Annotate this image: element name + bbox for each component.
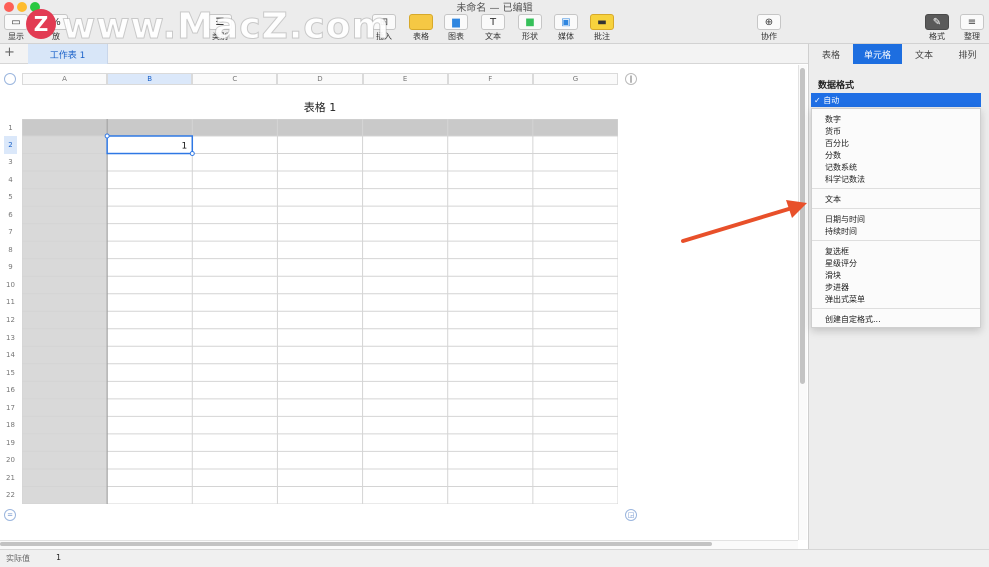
row-header[interactable]: 18 — [4, 416, 17, 434]
column-header[interactable]: B — [107, 73, 193, 85]
column-header[interactable]: G — [532, 73, 618, 85]
row-header[interactable]: 9 — [4, 259, 17, 277]
view-button[interactable]: ▭ 显示 — [4, 14, 28, 41]
add-sheet-icon[interactable]: + — [4, 45, 15, 60]
format-option[interactable]: 弹出式菜单 — [825, 294, 865, 306]
row-header[interactable]: 12 — [4, 311, 17, 329]
sheet-tab-bar — [0, 44, 808, 64]
row-header[interactable]: 6 — [4, 206, 17, 224]
selection-handle — [189, 151, 195, 157]
format-option[interactable]: 货币 — [825, 126, 841, 138]
row-header[interactable]: 5 — [4, 189, 17, 207]
row-header[interactable]: 7 — [4, 224, 17, 242]
organize-icon: ≡ — [960, 14, 984, 30]
collaborate-icon: ⊕ — [757, 14, 781, 30]
text-icon: T — [481, 14, 505, 30]
comment-button[interactable]: ▬ 批注 — [590, 14, 614, 41]
row-header[interactable]: 8 — [4, 241, 17, 259]
organize-button[interactable]: ≡ 整理 — [960, 14, 984, 41]
row-header[interactable]: 10 — [4, 276, 17, 294]
row-header[interactable]: 3 — [4, 154, 17, 172]
chart-button[interactable]: ▆ 图表 — [444, 14, 468, 41]
column-header[interactable]: E — [362, 73, 448, 85]
add-row-icon[interactable]: = — [4, 509, 16, 521]
row-header[interactable]: 13 — [4, 329, 17, 347]
media-icon: ▣ — [554, 14, 578, 30]
tab-text[interactable]: 文本 — [902, 44, 946, 64]
row-header[interactable]: 17 — [4, 399, 17, 417]
text-button[interactable]: T 文本 — [481, 14, 505, 41]
paintbrush-icon: ✎ — [925, 14, 949, 30]
format-option[interactable]: 文本 — [825, 194, 841, 206]
select-table-icon[interactable] — [4, 73, 16, 85]
horizontal-scroll-thumb[interactable] — [0, 542, 712, 546]
format-option[interactable]: 滑块 — [825, 270, 841, 282]
column-header[interactable]: A — [22, 73, 108, 85]
shape-button[interactable]: ■ 形状 — [518, 14, 542, 41]
row-header[interactable]: 15 — [4, 364, 17, 382]
menu-separator — [812, 240, 980, 241]
numbers-window: 未命名 — 已编辑 ▭ 显示 % 放 ☰ 类别 ⊞ 插入 表格 ▆ 图表 T 文… — [0, 0, 989, 567]
comment-icon: ▬ — [590, 14, 614, 30]
watermark-logo: Z — [26, 9, 56, 39]
watermark-text: www.MacZ.com — [62, 6, 390, 48]
column-header[interactable]: C — [192, 73, 278, 85]
header-column-fill — [22, 136, 108, 504]
row-header[interactable]: 16 — [4, 381, 17, 399]
tab-table[interactable]: 表格 — [809, 44, 853, 64]
data-format-title: 数据格式 — [818, 81, 855, 91]
format-option[interactable]: 创建自定格式... — [825, 314, 881, 326]
shape-icon: ■ — [518, 14, 542, 30]
add-column-icon[interactable]: ‖ — [625, 73, 637, 85]
selection-handle — [104, 133, 110, 139]
sidebar-icon: ▭ — [4, 14, 28, 30]
table-grid[interactable]: 1 — [22, 119, 618, 504]
format-option[interactable]: 持续时间 — [825, 226, 857, 238]
format-option[interactable]: 星级评分 — [825, 258, 857, 270]
row-header[interactable]: 2 — [4, 136, 17, 154]
collaborate-button[interactable]: ⊕ 协作 — [757, 14, 781, 41]
row-header[interactable]: 14 — [4, 346, 17, 364]
row-header[interactable]: 11 — [4, 294, 17, 312]
annotation-arrow — [681, 200, 807, 243]
format-option[interactable]: 步进器 — [825, 282, 849, 294]
table-icon — [409, 14, 433, 30]
column-header[interactable]: F — [447, 73, 533, 85]
menu-separator — [812, 308, 980, 309]
actual-value: 1 — [56, 553, 62, 562]
actual-value-label: 实际值 — [6, 554, 30, 563]
format-button[interactable]: ✎ 格式 — [925, 14, 949, 41]
header-row-fill — [22, 119, 618, 136]
format-option-automatic[interactable]: ✓ 自动 — [811, 93, 981, 107]
format-option[interactable]: 复选框 — [825, 246, 849, 258]
column-header[interactable]: D — [277, 73, 363, 85]
row-header[interactable]: 21 — [4, 469, 17, 487]
row-header[interactable]: 19 — [4, 434, 17, 452]
format-option[interactable]: 百分比 — [825, 138, 849, 150]
menu-separator — [812, 208, 980, 209]
sheet-tab-1[interactable]: 工作表 1 — [28, 44, 108, 64]
status-bar — [0, 549, 989, 567]
format-option[interactable]: 记数系统 — [825, 162, 857, 174]
table-button[interactable]: 表格 — [409, 14, 433, 41]
media-button[interactable]: ▣ 媒体 — [554, 14, 578, 41]
tab-cell[interactable]: 单元格 — [853, 44, 902, 64]
format-option[interactable]: 分数 — [825, 150, 841, 162]
selected-cell-value: 1 — [182, 142, 188, 152]
chart-icon: ▆ — [444, 14, 468, 30]
menu-separator — [812, 188, 980, 189]
resize-table-icon[interactable]: ◲ — [625, 509, 637, 521]
table-title[interactable]: 表格 1 — [22, 99, 618, 115]
format-option[interactable]: 数字 — [825, 114, 841, 126]
row-header[interactable]: 4 — [4, 171, 17, 189]
row-header[interactable]: 1 — [4, 119, 17, 136]
format-option[interactable]: 日期与时间 — [825, 214, 865, 226]
row-header[interactable]: 20 — [4, 451, 17, 469]
selected-cell — [106, 135, 194, 155]
row-header[interactable]: 22 — [4, 486, 17, 504]
format-option[interactable]: 科学记数法 — [825, 174, 865, 186]
tab-arrange[interactable]: 排列 — [946, 44, 989, 64]
